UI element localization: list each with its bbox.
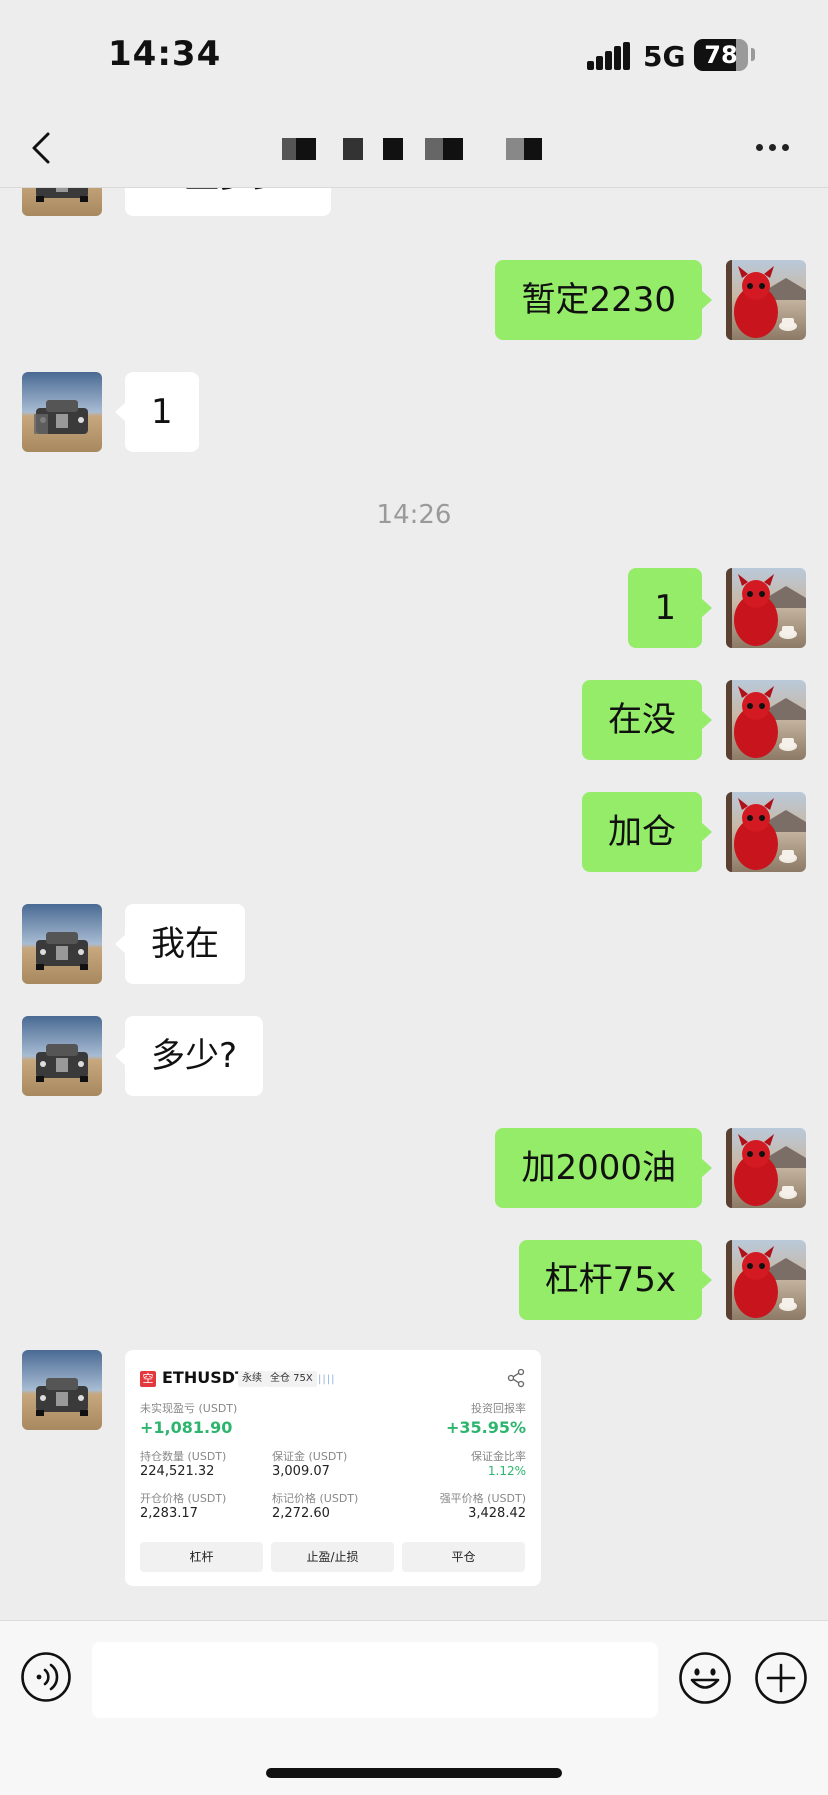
contact-avatar[interactable]: [22, 904, 102, 984]
message-bubble[interactable]: 暂定2230: [495, 260, 712, 340]
user-avatar[interactable]: [726, 680, 806, 760]
status-bar: 14:34 5G 78: [0, 0, 828, 110]
liquidation-price-value: 3,428.42: [468, 1506, 526, 1521]
message-bubble[interactable]: 1: [115, 372, 199, 452]
message-bubble[interactable]: 止盈多少?: [125, 188, 332, 216]
chat-header: [0, 110, 828, 188]
message-bubble[interactable]: 我在: [115, 904, 245, 984]
margin-ratio-value: 1.12%: [487, 1464, 526, 1478]
home-indicator[interactable]: [266, 1768, 562, 1778]
roi-value: +35.95%: [445, 1418, 526, 1437]
cellular-signal-icon: [587, 42, 631, 70]
user-avatar[interactable]: [726, 1128, 806, 1208]
margin-ratio-label: 保证金比率: [471, 1450, 526, 1463]
mark-price-label: 标记价格 (USDT): [272, 1492, 359, 1505]
leverage-button[interactable]: 杠杆: [140, 1542, 263, 1572]
perpetual-tag: 永续: [238, 1371, 266, 1387]
message-bubble[interactable]: 在没: [582, 680, 712, 760]
share-icon[interactable]: [506, 1368, 526, 1388]
card-header: 空 ETHUSDT 永续 全仓 75X ||||: [140, 1368, 526, 1394]
contact-avatar[interactable]: [22, 1016, 102, 1096]
message-bubble[interactable]: 1: [628, 568, 712, 648]
user-avatar[interactable]: [726, 568, 806, 648]
message-bubble[interactable]: 杠杆75x: [518, 1240, 713, 1320]
position-size-value: 224,521.32: [140, 1464, 215, 1479]
contact-avatar[interactable]: [22, 372, 102, 452]
mark-price-value: 2,272.60: [272, 1506, 330, 1521]
battery-icon: 78: [694, 39, 748, 71]
contact-avatar[interactable]: [22, 188, 102, 216]
voice-input-icon[interactable]: [20, 1651, 72, 1703]
unrealized-pnl-value: +1,081.90: [140, 1418, 233, 1437]
position-size-label: 持仓数量 (USDT): [140, 1450, 227, 1463]
entry-price-label: 开仓价格 (USDT): [140, 1492, 227, 1505]
trade-position-card[interactable]: 空 ETHUSDT 永续 全仓 75X |||| 未实现盈亏 (USDT) +1…: [125, 1350, 541, 1586]
message-bubble[interactable]: 加2000油: [495, 1128, 712, 1208]
leverage-bars: ||||: [318, 1374, 336, 1385]
contact-avatar[interactable]: [22, 1350, 102, 1430]
message-list[interactable]: 止盈多少? 暂定2230 1 14:26 1 在没 加仓 我在 多少? 加200…: [0, 188, 828, 1620]
close-position-button[interactable]: 平仓: [402, 1542, 525, 1572]
margin-label: 保证金 (USDT): [272, 1450, 348, 1463]
message-bubble[interactable]: 多少?: [114, 1016, 264, 1096]
symbol-name: ETHUSDT: [162, 1368, 246, 1387]
short-logo-icon: 空: [140, 1371, 156, 1387]
unrealized-pnl-label: 未实现盈亏 (USDT): [140, 1402, 238, 1415]
user-avatar[interactable]: [726, 260, 806, 340]
back-arrow-icon[interactable]: [22, 126, 66, 170]
message-input[interactable]: [92, 1642, 658, 1718]
message-bubble[interactable]: 加仓: [582, 792, 712, 872]
network-type: 5G: [643, 40, 686, 73]
message-timestamp: 14:26: [376, 500, 452, 530]
user-avatar[interactable]: [726, 1240, 806, 1320]
battery-tip: [751, 48, 755, 61]
margin-mode-tag: 全仓 75X: [266, 1371, 317, 1387]
battery-percent: 78: [704, 41, 738, 69]
user-avatar[interactable]: [726, 792, 806, 872]
liquidation-price-label: 强平价格 (USDT): [439, 1492, 526, 1505]
tp-sl-button[interactable]: 止盈/止损: [271, 1542, 394, 1572]
roi-label: 投资回报率: [471, 1402, 526, 1415]
emoji-icon[interactable]: [678, 1651, 732, 1705]
chat-title-obscured: [280, 138, 560, 160]
add-attachment-icon[interactable]: [754, 1651, 808, 1705]
more-options-icon[interactable]: [752, 144, 794, 154]
entry-price-value: 2,283.17: [140, 1506, 198, 1521]
margin-value: 3,009.07: [272, 1464, 330, 1479]
status-time: 14:34: [108, 34, 222, 74]
